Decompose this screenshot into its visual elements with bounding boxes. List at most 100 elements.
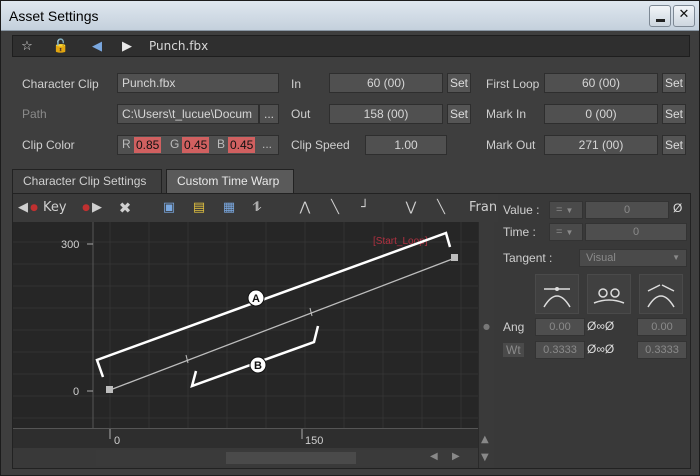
mark-in-field[interactable]: 0 (00) [544, 104, 658, 124]
chevron-down-icon: ▼ [565, 228, 574, 237]
back-arrow-icon[interactable]: ◀ [87, 38, 107, 56]
tangent-broken-button[interactable] [639, 274, 683, 314]
graph-canvas: 300 0 [Start_Loop] A B [13, 222, 478, 428]
path-field[interactable]: C:\Users\t_lucue\Docum [117, 104, 259, 124]
scroll-down-icon[interactable]: ▼ [481, 452, 489, 463]
angle-right-field[interactable]: 0.00 [637, 318, 687, 336]
curve-tick-mark [309, 307, 313, 317]
mark-out-field[interactable]: 271 (00) [544, 135, 658, 155]
tangent-linked-button[interactable] [587, 274, 631, 314]
path-browse-button[interactable]: ... [259, 104, 279, 124]
tab-character-clip-settings[interactable]: Character Clip Settings [12, 169, 162, 193]
auto-tangent-icon[interactable]: ⋀ [293, 199, 317, 217]
graph-vertical-scrollbar[interactable]: ● ▲ ▼ [478, 222, 494, 468]
scroll-left-icon[interactable]: ◀ [430, 451, 438, 462]
end-keyframe[interactable] [451, 254, 458, 261]
minimize-button[interactable] [649, 5, 671, 27]
color-r-label: R [122, 137, 131, 151]
first-loop-label: First Loop [486, 77, 540, 91]
value-field[interactable]: 0 [585, 201, 669, 219]
clip-color-label: Clip Color [22, 138, 75, 152]
asset-toolbar: ☆ 🔓 ◀ ▶ Punch.fbx [12, 35, 690, 57]
title-bar[interactable]: Asset Settings ✕ [1, 1, 699, 31]
graph-toolbar: ◀ ● Key ● ▶ ✖ ▣ ▤ ▦ ⥮ ⋀ ╲ ┘ ⋁ ╲ Fran [13, 194, 498, 222]
time-warp-graph[interactable]: 300 0 [Start_Loop] A B [13, 222, 478, 428]
angle-left-field[interactable]: 0.00 [535, 318, 585, 336]
set-mark-in-button[interactable]: Set [662, 104, 686, 124]
key-label: Key [43, 200, 67, 215]
color-b-value[interactable]: 0.45 [228, 137, 256, 153]
window-title: Asset Settings [9, 8, 99, 24]
set-first-loop-button[interactable]: Set [662, 73, 686, 93]
tangent-dropdown[interactable]: Visual ▼ [579, 249, 687, 267]
time-field[interactable]: 0 [585, 223, 687, 241]
ruler-canvas: 0 150 [109, 429, 323, 447]
set-mark-out-button[interactable]: Set [662, 135, 686, 155]
lock-icon[interactable]: 🔓 [51, 38, 71, 56]
weight-left-field[interactable]: 0.3333 [535, 341, 585, 359]
color-r-value[interactable]: 0.85 [134, 137, 162, 153]
angle-link-icon[interactable]: Ø∞Ø [587, 319, 614, 333]
x-tick-label-0: 0 [114, 435, 120, 447]
in-label: In [291, 77, 302, 91]
curve-link-icon[interactable]: ⥮ [247, 199, 267, 217]
delete-key-icon[interactable]: ✖ [117, 199, 133, 217]
y-tick-label-300: 300 [61, 239, 79, 251]
time-warp-curve[interactable] [109, 257, 456, 391]
scroll-thumb-dot-icon[interactable]: ● [483, 322, 490, 331]
weight-link-icon[interactable]: Ø∞Ø [587, 342, 614, 356]
value-null-icon[interactable]: Ø [673, 201, 682, 215]
path-label: Path [22, 107, 47, 121]
first-loop-field[interactable]: 60 (00) [544, 73, 658, 93]
set-out-button[interactable]: Set [447, 104, 471, 124]
time-mode-dropdown[interactable]: = ▼ [549, 223, 583, 241]
time-ruler[interactable]: 0 150 [13, 428, 478, 448]
close-icon: ✕ [678, 7, 690, 22]
time-warp-panel: ◀ ● Key ● ▶ ✖ ▣ ▤ ▦ ⥮ ⋀ ╲ ┘ ⋁ ╲ Fran 300… [12, 193, 691, 469]
out-field[interactable]: 158 (00) [329, 104, 443, 124]
previous-key-icon[interactable]: ◀ [17, 199, 29, 217]
next-key-icon[interactable]: ▶ [91, 199, 103, 217]
graph-horizontal-scrollbar[interactable]: ◀ ▶ [96, 450, 478, 466]
color-g-value[interactable]: 0.45 [182, 137, 210, 153]
callout-a-label: A [252, 293, 260, 305]
scroll-up-icon[interactable]: ▲ [481, 434, 489, 445]
set-in-button[interactable]: Set [447, 73, 471, 93]
in-field[interactable]: 60 (00) [329, 73, 443, 93]
mark-out-label: Mark Out [486, 138, 536, 152]
mark-in-label: Mark In [486, 107, 527, 121]
weight-label: Wt [503, 343, 524, 357]
frame-all-icon[interactable]: ▣ [159, 199, 179, 217]
tangent-smooth-button[interactable] [535, 274, 579, 314]
value-mode-dropdown[interactable]: = ▼ [549, 201, 583, 219]
toolbar-filename: Punch.fbx [149, 39, 209, 53]
clip-color-field[interactable]: R 0.85 G 0.45 B 0.45 ... [117, 135, 279, 155]
close-button[interactable]: ✕ [673, 5, 695, 27]
time-label: Time : [503, 225, 536, 239]
angle-label: Ang [503, 320, 525, 334]
h-scroll-thumb[interactable] [226, 452, 356, 464]
character-clip-field[interactable]: Punch.fbx [117, 73, 279, 93]
character-clip-label: Character Clip [22, 77, 99, 91]
favorite-star-icon[interactable]: ☆ [17, 38, 37, 56]
start-keyframe[interactable] [106, 386, 113, 393]
tangent-broken-icon [647, 284, 675, 308]
tangent-linked-icon [593, 288, 625, 304]
snap-time-icon[interactable]: ▦ [219, 199, 239, 217]
weight-right-field[interactable]: 0.3333 [637, 341, 687, 359]
frame-label: Fran [469, 200, 498, 215]
out-label: Out [291, 107, 311, 121]
y-tick-label-0: 0 [73, 386, 79, 398]
break-tangent-icon[interactable]: ⋁ [399, 199, 423, 217]
scroll-right-icon[interactable]: ▶ [452, 451, 460, 462]
tangent-label: Tangent : [503, 251, 553, 265]
flat-tangent-icon[interactable]: ╲ [431, 199, 451, 217]
linear-tangent-icon[interactable]: ╲ [325, 199, 345, 217]
clip-speed-field[interactable]: 1.00 [365, 135, 447, 155]
key-dot-icon: ● [30, 203, 38, 213]
tab-custom-time-warp[interactable]: Custom Time Warp [166, 169, 294, 193]
step-tangent-icon[interactable]: ┘ [355, 199, 375, 217]
forward-arrow-icon[interactable]: ▶ [117, 38, 137, 56]
frame-selection-icon[interactable]: ▤ [189, 199, 209, 217]
color-picker-button[interactable]: ... [262, 137, 272, 151]
